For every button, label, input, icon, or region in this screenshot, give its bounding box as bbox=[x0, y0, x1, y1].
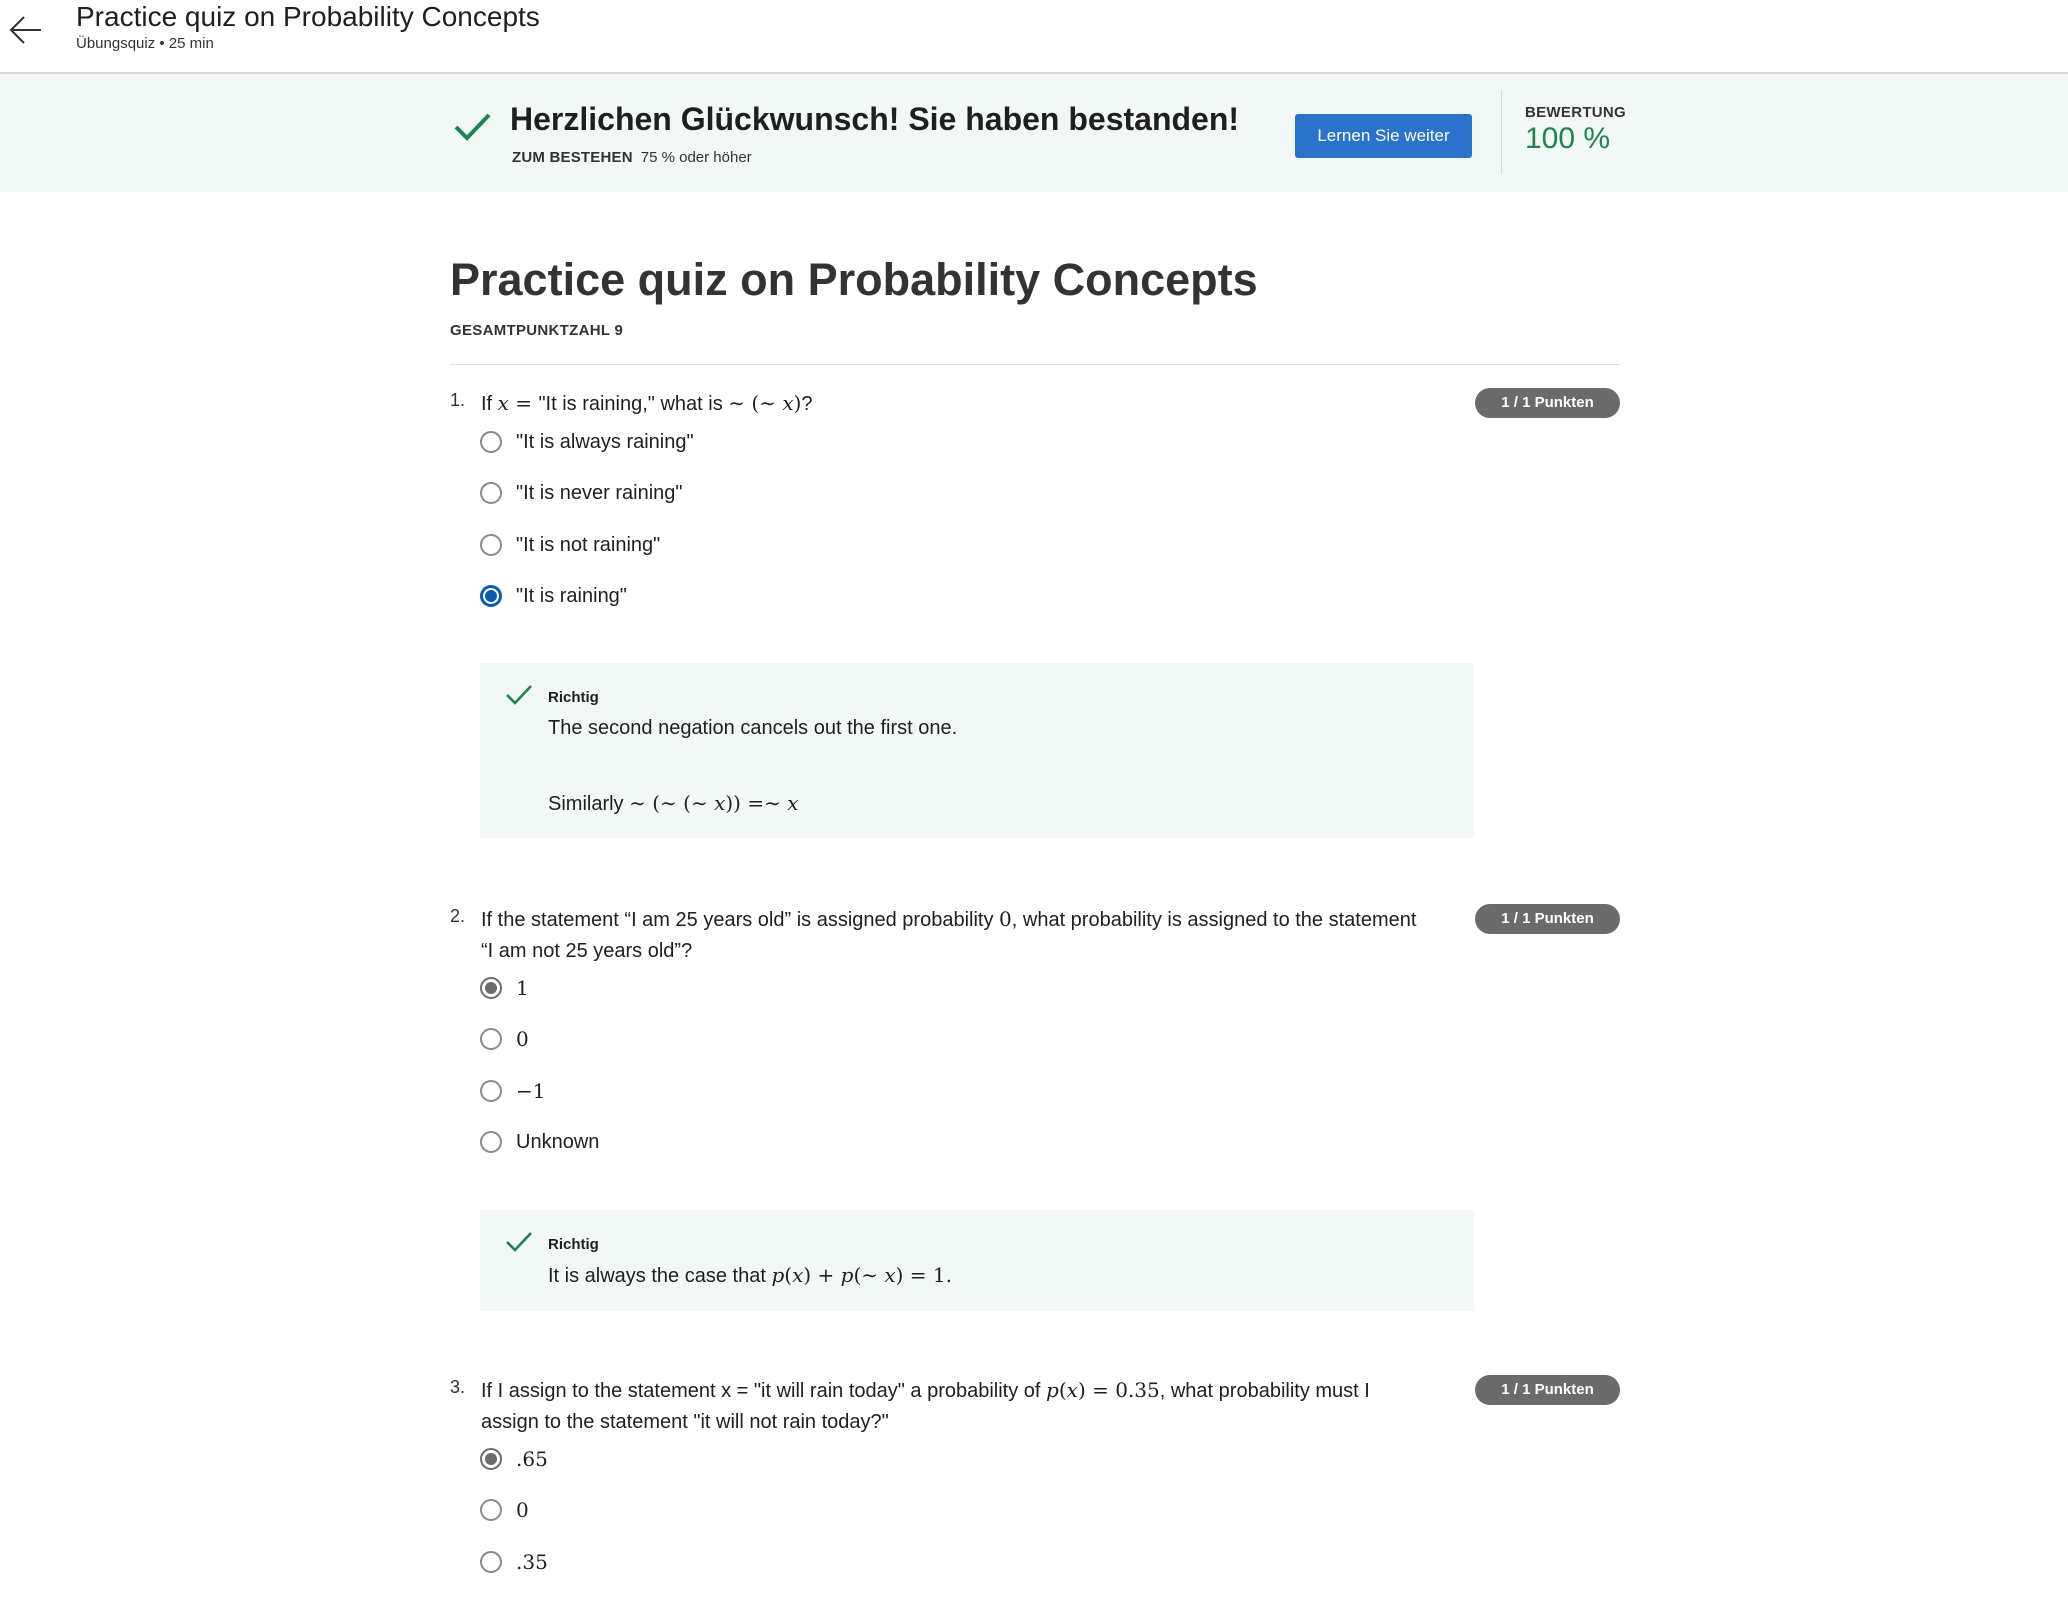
option-radio[interactable]: 0 bbox=[480, 1494, 529, 1526]
feedback-label: Richtig bbox=[548, 689, 599, 706]
radio-button-selected[interactable] bbox=[480, 977, 502, 999]
option-label: −1 bbox=[516, 1079, 546, 1103]
arrow-left-icon bbox=[9, 16, 41, 44]
option-label: "It is never raining" bbox=[516, 481, 683, 504]
pass-requirement: ZUM BESTEHEN 75 % oder höher bbox=[512, 148, 752, 168]
grade-label: BEWERTUNG bbox=[1525, 104, 1627, 121]
feedback-correct: Richtig The second negation cancels out … bbox=[480, 663, 1474, 838]
option-label: .65 bbox=[516, 1447, 548, 1471]
option-radio-selected[interactable]: "It is raining" bbox=[480, 580, 627, 612]
banner-divider bbox=[1501, 90, 1502, 174]
radio-button-selected[interactable] bbox=[480, 585, 502, 607]
radio-button[interactable] bbox=[480, 1028, 502, 1050]
feedback-text: Similarly ∼ (∼ (∼ x)) =∼ x bbox=[548, 791, 799, 815]
option-label: 0 bbox=[516, 1027, 529, 1051]
option-radio[interactable]: "It is always raining" bbox=[480, 426, 694, 458]
radio-button[interactable] bbox=[480, 482, 502, 504]
top-bar: Practice quiz on Probability Concepts Üb… bbox=[0, 0, 2068, 74]
option-radio-selected[interactable]: 1 bbox=[480, 972, 529, 1004]
option-radio[interactable]: "It is never raining" bbox=[480, 477, 683, 509]
grade-value: 100 % bbox=[1525, 122, 1611, 155]
option-label: 0 bbox=[516, 1498, 529, 1522]
option-radio-selected[interactable]: .65 bbox=[480, 1443, 548, 1475]
pass-value: 75 % oder höher bbox=[640, 149, 752, 166]
check-icon bbox=[454, 113, 491, 141]
feedback-text: The second negation cancels out the firs… bbox=[548, 717, 958, 739]
pass-label: ZUM BESTEHEN bbox=[512, 149, 633, 166]
quiz-title: Practice quiz on Probability Concepts bbox=[450, 254, 1258, 305]
continue-learning-button[interactable]: Lernen Sie weiter bbox=[1295, 114, 1472, 158]
question-number: 2. bbox=[450, 906, 466, 926]
option-radio[interactable]: .35 bbox=[480, 1546, 548, 1578]
radio-button[interactable] bbox=[480, 534, 502, 556]
check-icon bbox=[506, 685, 532, 705]
total-points: GESAMTPUNKTZAHL 9 bbox=[450, 322, 624, 339]
points-badge: 1 / 1 Punkten bbox=[1475, 388, 1620, 418]
divider bbox=[450, 364, 1620, 365]
points-badge: 1 / 1 Punkten bbox=[1475, 904, 1620, 934]
option-label: .35 bbox=[516, 1550, 548, 1574]
header-subtitle: Übungsquiz • 25 min bbox=[76, 35, 214, 52]
header-title: Practice quiz on Probability Concepts bbox=[76, 1, 540, 32]
radio-button[interactable] bbox=[480, 1080, 502, 1102]
option-label: 1 bbox=[516, 976, 529, 1000]
pass-message: Herzlichen Glückwunsch! Sie haben bestan… bbox=[510, 101, 1240, 137]
radio-button-selected[interactable] bbox=[480, 1448, 502, 1470]
option-label: "It is raining" bbox=[516, 584, 627, 607]
option-radio[interactable]: "It is not raining" bbox=[480, 529, 660, 561]
radio-button[interactable] bbox=[480, 1131, 502, 1153]
option-radio[interactable]: −1 bbox=[480, 1075, 545, 1107]
radio-button[interactable] bbox=[480, 1499, 502, 1521]
back-button[interactable] bbox=[6, 10, 46, 50]
check-icon bbox=[506, 1232, 532, 1252]
option-radio[interactable]: Unknown bbox=[480, 1126, 599, 1158]
feedback-correct: Richtig It is always the case that p(x) … bbox=[480, 1210, 1474, 1311]
feedback-label: Richtig bbox=[548, 1236, 599, 1253]
question-number: 3. bbox=[450, 1377, 466, 1397]
radio-button[interactable] bbox=[480, 431, 502, 453]
question-text: If x = "It is raining," what is ∼ (∼ x)? bbox=[481, 391, 813, 415]
question-text: If I assign to the statement x = "it wil… bbox=[481, 1378, 1370, 1433]
option-label: "It is not raining" bbox=[516, 533, 661, 556]
question-text: If the statement “I am 25 years old” is … bbox=[481, 907, 1417, 962]
question-number: 1. bbox=[450, 390, 466, 410]
feedback-text: It is always the case that p(x) + p(∼ x)… bbox=[548, 1263, 952, 1287]
result-banner: Herzlichen Glückwunsch! Sie haben bestan… bbox=[0, 74, 2068, 192]
option-label: Unknown bbox=[516, 1130, 600, 1153]
points-badge: 1 / 1 Punkten bbox=[1475, 1375, 1620, 1405]
option-radio[interactable]: 0 bbox=[480, 1023, 529, 1055]
radio-button[interactable] bbox=[480, 1551, 502, 1573]
option-label: "It is always raining" bbox=[516, 430, 694, 453]
